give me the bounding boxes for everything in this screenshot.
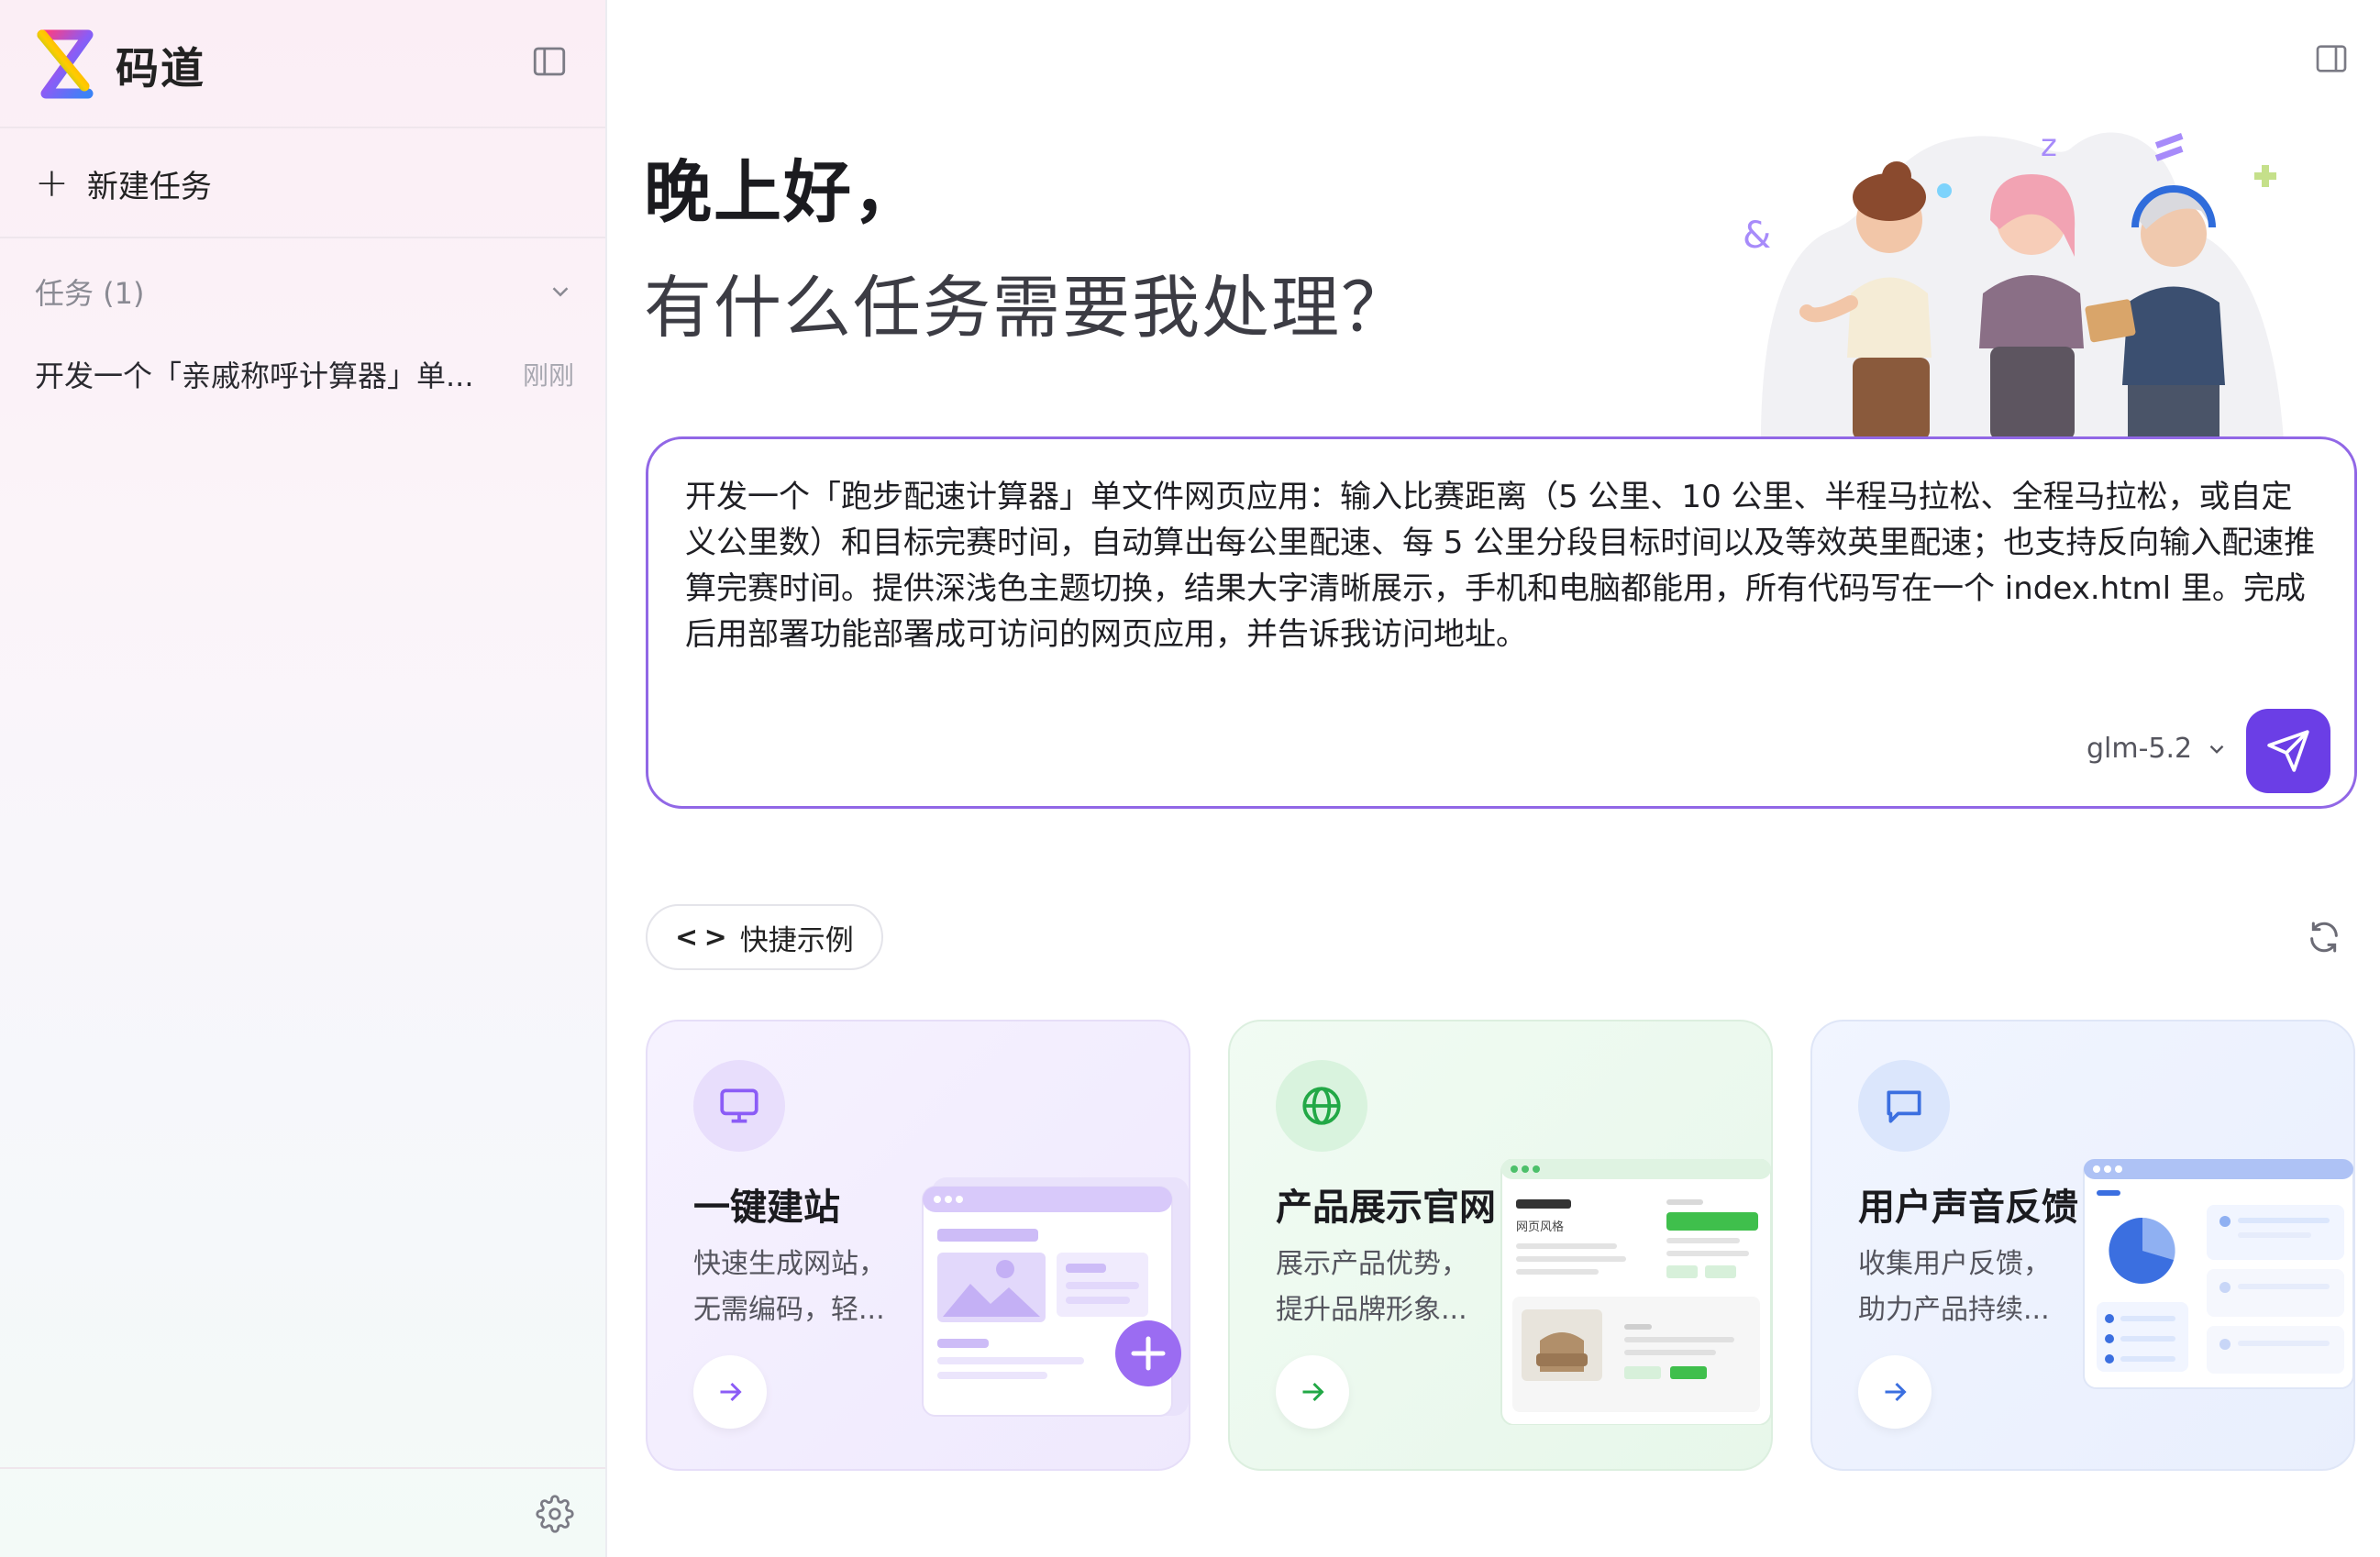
example-card-website[interactable]: 一键建站 快速生成网站， 无需编码，轻... [646,1020,1190,1471]
example-card-feedback[interactable]: 用户声音反馈 收集用户反馈， 助力产品持续... [1810,1020,2355,1471]
task-title: 开发一个「亲戚称呼计算器」单... [35,359,474,393]
card-icon-wrap [1276,1060,1367,1152]
panel-toggle-icon[interactable] [2313,40,2350,77]
card-description-line: 收集用户反馈， [1858,1248,2051,1280]
refresh-icon[interactable] [2306,919,2342,955]
card-icon-wrap [693,1060,785,1152]
arrow-right-icon [1302,1382,1324,1402]
mockup-label: 网页风格 [1516,1220,1564,1234]
card-title: 产品展示官网 [1276,1187,1496,1229]
quick-examples-label: 快捷示例 [739,923,854,957]
card-description-line: 提升品牌形象... [1276,1294,1467,1326]
hero-illustration: & z [1743,127,2284,440]
sidebar: 码道 + 新建任务 任务 (1) 开发一个「亲戚称呼计算器」单... 刚刚 [0,0,607,1557]
send-button[interactable] [2246,709,2330,793]
website-mockup-illustration [922,1177,1189,1417]
new-task-label: 新建任务 [86,168,212,205]
feedback-mockup-illustration [2083,1159,2353,1389]
svg-text:&: & [1743,215,1771,257]
card-description-line: 展示产品优势， [1276,1248,1468,1280]
svg-text:z: z [2041,127,2057,164]
app-name: 码道 [116,43,205,94]
brand[interactable]: 码道 [35,28,205,101]
tasks-section-label: 任务 (1) [35,276,145,311]
divider [0,237,605,238]
gear-icon[interactable] [536,1495,574,1533]
chevron-down-icon [2209,745,2224,754]
prompt-textarea[interactable]: 开发一个「跑步配速计算器」单文件网页应用：输入比赛距离（5 公里、10 公里、半… [685,474,2318,657]
tasks-section-header[interactable]: 任务 (1) [35,266,574,317]
app-logo [37,29,94,99]
monitor-icon [720,1088,758,1123]
task-list-item[interactable]: 开发一个「亲戚称呼计算器」单... 刚刚 [35,348,574,400]
person-illustration [1979,174,2084,440]
globe-icon [1302,1087,1341,1125]
arrow-right-icon [1885,1382,1907,1402]
chat-icon [1887,1090,1921,1123]
model-selector[interactable]: glm-5.2 [2087,733,2229,765]
task-timestamp: 刚刚 [522,360,574,391]
code-icon: < > [675,921,727,954]
new-task-button[interactable]: + 新建任务 [35,154,212,213]
card-arrow-button[interactable] [1858,1355,1932,1429]
card-title: 用户声音反馈 [1858,1187,2078,1229]
card-title: 一键建站 [693,1187,840,1229]
card-description: 快速生成网站， 无需编码，轻... [693,1242,886,1333]
greeting-subheading: 有什么任务需要我处理？ [644,269,1411,348]
prompt-input-box[interactable]: 开发一个「跑步配速计算器」单文件网页应用：输入比赛距离（5 公里、10 公里、半… [646,436,2357,809]
divider [0,127,605,128]
send-icon [2267,730,2309,772]
model-name: glm-5.2 [2087,733,2193,765]
card-arrow-button[interactable] [693,1355,767,1429]
card-arrow-button[interactable] [1276,1355,1349,1429]
card-description-line: 助力产品持续... [1858,1294,2050,1326]
card-description-line: 无需编码，轻... [693,1294,885,1326]
card-icon-wrap [1858,1060,1950,1152]
quick-examples-button[interactable]: < > 快捷示例 [646,904,883,970]
arrow-right-icon [720,1382,742,1402]
divider [0,1467,605,1469]
example-card-product-site[interactable]: 产品展示官网 展示产品优势， 提升品牌形象... 网页风格 [1228,1020,1773,1471]
chevron-down-icon [552,287,569,297]
card-description: 展示产品优势， 提升品牌形象... [1276,1242,1468,1333]
greeting-heading: 晚上好， [644,153,923,232]
plus-icon: + [35,160,69,206]
card-description: 收集用户反馈， 助力产品持续... [1858,1242,2051,1333]
product-site-mockup-illustration: 网页风格 [1500,1159,1771,1425]
sidebar-collapse-icon[interactable] [530,42,569,81]
card-description-line: 快速生成网站， [693,1248,886,1280]
